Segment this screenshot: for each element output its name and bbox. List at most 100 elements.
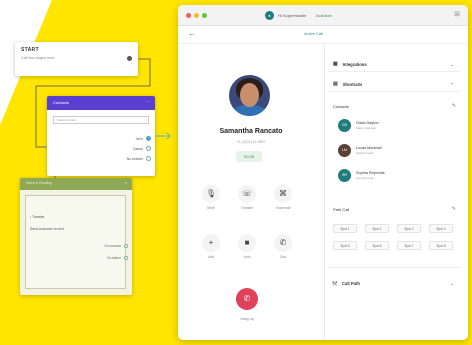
mic-icon[interactable]: 🎙	[202, 185, 220, 203]
flow-routing-title: Voice & Routing	[26, 181, 52, 185]
close-icon[interactable]: ×	[125, 180, 127, 185]
contact-desc: Account exec	[356, 176, 375, 180]
window-minimize-button[interactable]	[194, 13, 199, 18]
call-control[interactable]: 🎙 Mute	[200, 185, 222, 210]
shortcuts-label: Shortcuts	[342, 81, 363, 87]
contact-name: Lucas Marshall	[356, 146, 382, 150]
app-logo-icon: ●	[265, 11, 274, 20]
avatar: LM	[338, 144, 351, 157]
call-control-label: Hold	[243, 255, 251, 259]
call-control-label: Mute	[207, 206, 215, 210]
flow-option-row[interactable]: Jenn	[136, 136, 151, 141]
titlebar-center: ● Hi SuperHandle · Available	[265, 11, 332, 20]
flow-contacts-card[interactable]: Contacts ⋯ Select contact Jenn Danny No …	[47, 96, 155, 176]
hangup-icon: ✆	[243, 294, 251, 303]
avatar: SR	[338, 169, 351, 182]
call-control[interactable]: ✆ Dial	[272, 234, 294, 259]
park-spot-button[interactable]: Spot 8	[429, 241, 453, 250]
flow-start-subtitle: Call flow begins here	[21, 56, 55, 60]
flow-routing-output[interactable]: On failure	[107, 256, 128, 260]
stop-icon[interactable]: ■	[238, 234, 256, 252]
flow-routing-field[interactable]: › Transfer	[30, 215, 45, 219]
park-spot-button[interactable]: Spot 1	[333, 224, 357, 233]
call-control[interactable]: + Add	[200, 234, 222, 259]
callpath-section[interactable]: ⤲ Call Path ⌄	[328, 276, 460, 291]
availability-status[interactable]: Available	[316, 13, 332, 18]
call-control-label: Add	[207, 255, 215, 259]
flow-option-label: Jenn	[135, 136, 143, 141]
section-divider	[328, 267, 460, 268]
shortcuts-section[interactable]: ▤ Shortcuts ⌃	[328, 77, 460, 92]
flow-routing-body	[25, 195, 126, 289]
flow-routing-port[interactable]	[124, 256, 128, 260]
flow-routing-header: Voice & Routing ×	[20, 178, 132, 190]
contact-name: Olivia Dayton	[356, 121, 379, 125]
contact-name: Sophia Reynolds	[356, 171, 385, 175]
contact-item[interactable]: OD Olivia Dayton Sales manager	[338, 119, 379, 132]
call-subbar: ← Active Call	[178, 26, 468, 44]
park-spot-button[interactable]: Spot 7	[397, 241, 421, 250]
integrations-section[interactable]: ▦ Integrations ⌄	[328, 57, 460, 72]
call-control[interactable]: ☏ Transfer	[236, 185, 258, 210]
avatar: OD	[338, 119, 351, 132]
chevron-up-icon: ⌃	[450, 82, 454, 87]
hangup-label: Hang up	[240, 317, 254, 321]
flow-option-label: No answer	[126, 156, 143, 161]
add-icon[interactable]: +	[202, 234, 220, 252]
chevron-right-icon: ›	[30, 215, 32, 219]
flow-start-port[interactable]	[127, 56, 132, 61]
close-icon[interactable]: ⊠	[454, 10, 460, 18]
hangup-button[interactable]: ✆	[236, 288, 258, 310]
flow-routing-output[interactable]: On success	[104, 244, 128, 248]
flow-routing-text: Send customer to next	[30, 227, 64, 231]
transfer-icon[interactable]: ☏	[238, 185, 256, 203]
flow-option-port[interactable]	[146, 156, 151, 161]
grid-icon: ▦	[333, 61, 338, 67]
voicemail-icon[interactable]: ⌘	[274, 185, 292, 203]
call-icon[interactable]: ✆	[274, 234, 292, 252]
integrations-label: Integrations	[342, 61, 367, 67]
titlebar-separator: ·	[310, 13, 312, 18]
edit-icon[interactable]: ✎	[452, 206, 456, 212]
side-panel: ▦ Integrations ⌄ ▤ Shortcuts ⌃ Contacts …	[328, 49, 464, 334]
back-arrow-icon[interactable]: ←	[188, 29, 196, 38]
window-maximize-button[interactable]	[202, 13, 207, 18]
window-titlebar: ● Hi SuperHandle · Available ⊠	[178, 5, 468, 26]
caller-avatar	[229, 75, 270, 116]
park-spot-button[interactable]: Spot 4	[429, 224, 453, 233]
flow-option-port[interactable]	[146, 136, 151, 141]
flow-option-row[interactable]: No answer	[127, 156, 151, 161]
flow-routing-card[interactable]: Voice & Routing × › Transfer Send custom…	[20, 178, 132, 295]
flow-routing-field-label: Transfer	[32, 215, 45, 219]
call-control-label: Voicemail	[275, 206, 291, 210]
flow-start-card[interactable]: START Call flow begins here	[15, 42, 138, 76]
window-close-button[interactable]	[186, 13, 191, 18]
caller-name: Samantha Rancato	[219, 128, 283, 135]
call-control[interactable]: ⌘ Voicemail	[272, 185, 294, 210]
flow-contacts-select[interactable]: Select contact	[53, 116, 149, 124]
call-control[interactable]: ■ Hold	[236, 234, 258, 259]
park-call-label: Park Call	[333, 207, 350, 212]
caller-number: +1 (312) 111-8597	[236, 140, 266, 144]
contact-desc: Sales manager	[356, 126, 377, 130]
contact-desc: Support lead	[356, 151, 374, 155]
contact-item[interactable]: SR Sophia Reynolds Account exec	[338, 169, 385, 182]
flow-option-row[interactable]: Danny	[133, 146, 151, 151]
flow-routing-port[interactable]	[124, 244, 128, 248]
more-icon[interactable]: ⋯	[146, 99, 150, 104]
flow-contacts-title: Contacts	[53, 100, 69, 105]
park-spot-button[interactable]: Spot 5	[333, 241, 357, 250]
park-spot-button[interactable]: Spot 3	[397, 224, 421, 233]
contact-item[interactable]: LM Lucas Marshall Support lead	[338, 144, 382, 157]
flow-contacts-header: Contacts ⋯	[47, 96, 155, 110]
shortcut-icon: ▤	[333, 81, 338, 87]
park-spot-button[interactable]: Spot 6	[365, 241, 389, 250]
park-spot-button[interactable]: Spot 2	[365, 224, 389, 233]
app-name: Hi SuperHandle	[278, 13, 307, 18]
callpath-icon: ⤲	[333, 280, 338, 287]
flow-routing-output-label: On success	[104, 244, 121, 248]
flow-option-port[interactable]	[146, 146, 151, 151]
edit-icon[interactable]: ✎	[452, 103, 456, 109]
call-control-label: Transfer	[240, 206, 254, 210]
chevron-down-icon: ⌄	[450, 281, 454, 286]
